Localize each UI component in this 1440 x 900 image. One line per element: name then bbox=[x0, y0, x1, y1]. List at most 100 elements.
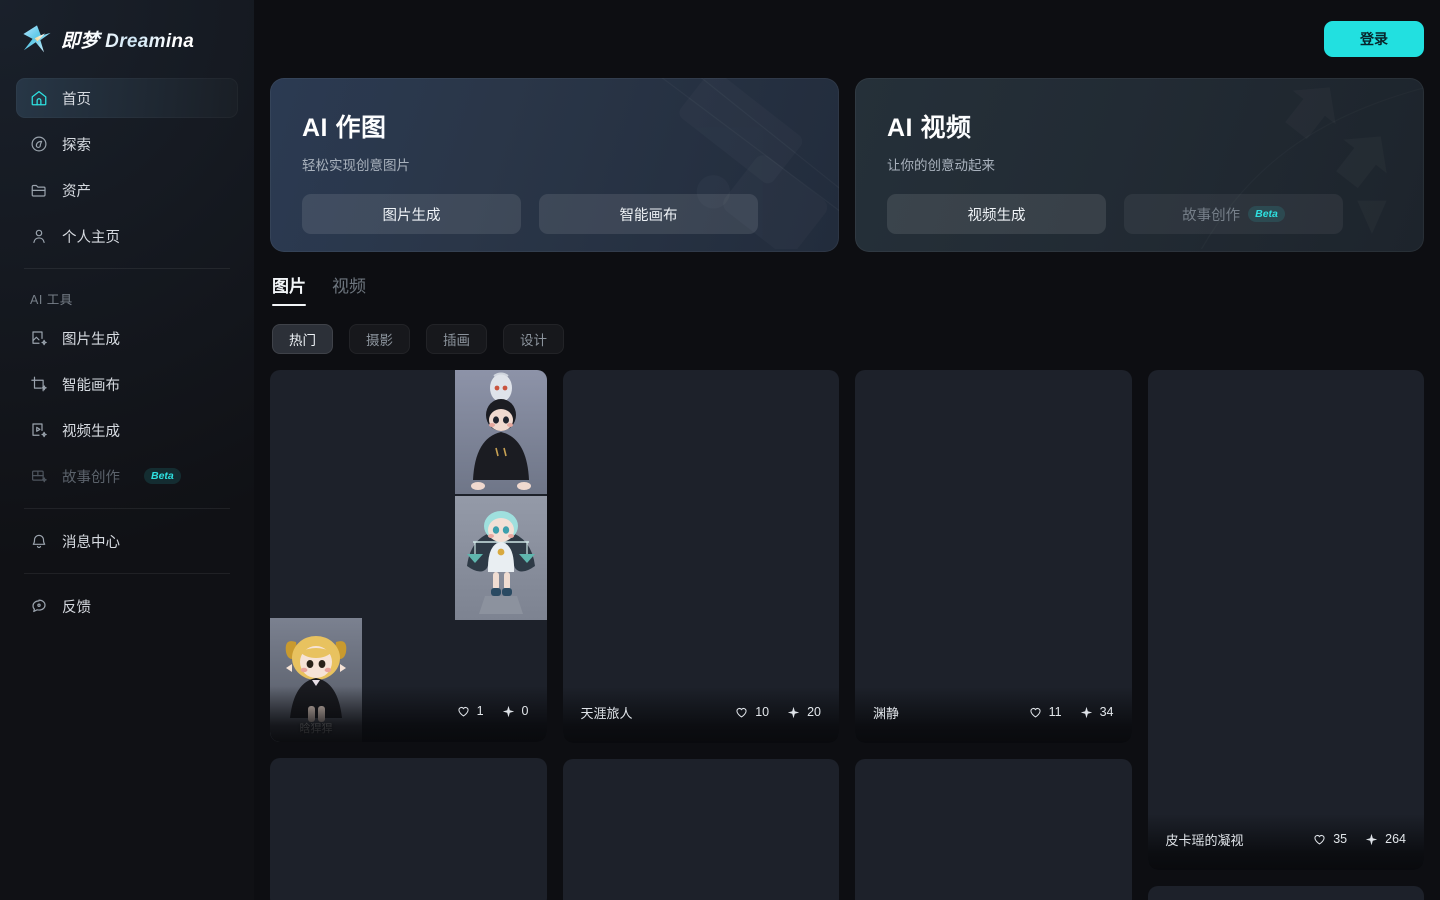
sidebar-divider-bottom bbox=[24, 573, 230, 574]
gallery-card[interactable]: 皮卡瑶的凝视 35 264 bbox=[1147, 370, 1424, 870]
card-title: 天涯旅人 bbox=[580, 705, 633, 721]
gallery-column: 渊静 11 34 bbox=[855, 370, 1132, 900]
canvas-icon bbox=[31, 376, 47, 392]
sidebar-item-message-center[interactable]: 消息中心 bbox=[16, 521, 238, 561]
image-generate-icon bbox=[32, 331, 47, 346]
tab-images[interactable]: 图片 bbox=[272, 272, 306, 306]
compass-icon bbox=[31, 136, 47, 152]
banner-button-story-creation[interactable]: 故事创作 Beta bbox=[1124, 194, 1343, 234]
sparkle-icon bbox=[502, 705, 514, 717]
like-stat[interactable]: 11 bbox=[1029, 705, 1062, 719]
gallery-card[interactable]: 天涯旅人 10 20 bbox=[562, 370, 839, 743]
sidebar-item-label: 视频生成 bbox=[62, 423, 120, 440]
bell-icon bbox=[32, 534, 46, 549]
sidebar-item-story-creation[interactable]: 故事创作 Beta bbox=[16, 456, 238, 496]
banner-subtitle: 让你的创意动起来 bbox=[887, 158, 995, 173]
banner-title: AI 作图 bbox=[302, 108, 807, 144]
sidebar-tools-nav: 图片生成 智能画布 视频生成 故事创作 Beta bbox=[16, 318, 238, 496]
sparkle-icon bbox=[1080, 706, 1092, 718]
card-thumb-strip bbox=[454, 370, 547, 620]
sparkle-icon bbox=[787, 706, 800, 718]
sidebar-item-label: 智能画布 bbox=[62, 377, 120, 394]
card-stats: 35 264 bbox=[1313, 832, 1406, 846]
banner-button-image-generate[interactable]: 图片生成 bbox=[302, 194, 521, 234]
like-count: 1 bbox=[476, 704, 484, 718]
beta-badge: Beta bbox=[144, 467, 181, 485]
sidebar-item-image-generate[interactable]: 图片生成 bbox=[16, 318, 238, 358]
sidebar-primary-nav: 首页 探索 资产 个人主页 bbox=[16, 78, 238, 256]
sidebar-item-video-generate[interactable]: 视频生成 bbox=[16, 410, 238, 450]
spark-stat[interactable]: 0 bbox=[502, 704, 529, 718]
sidebar-section-label-tools: AI 工具 bbox=[30, 293, 73, 307]
gallery-column: 晗猂猂 1 bbox=[270, 370, 547, 900]
gallery-column: 天涯旅人 10 20 bbox=[562, 370, 839, 900]
card-title: 渊静 bbox=[873, 705, 900, 721]
sidebar-divider-mid bbox=[24, 508, 230, 509]
gallery-card[interactable]: 渊静 11 34 bbox=[855, 370, 1132, 743]
like-stat[interactable]: 10 bbox=[735, 705, 769, 719]
sidebar-item-label: 探索 bbox=[62, 137, 91, 154]
like-count: 10 bbox=[755, 705, 770, 719]
tab-videos[interactable]: 视频 bbox=[332, 272, 366, 306]
banner-button-video-generate[interactable]: 视频生成 bbox=[887, 194, 1106, 234]
spark-stat[interactable]: 20 bbox=[787, 705, 821, 719]
sidebar-item-label: 反馈 bbox=[62, 599, 91, 616]
like-stat[interactable]: 35 bbox=[1313, 832, 1347, 846]
sidebar-item-label: 图片生成 bbox=[62, 331, 120, 348]
sidebar-item-explore[interactable]: 探索 bbox=[16, 124, 238, 164]
card-meta: 天涯旅人 10 20 bbox=[562, 687, 839, 743]
spark-count: 264 bbox=[1385, 832, 1406, 846]
card-stats: 10 20 bbox=[735, 705, 821, 719]
banner-ai-image[interactable]: AI 作图 轻松实现创意图片 图片生成 智能画布 bbox=[270, 78, 839, 252]
sidebar-item-feedback[interactable]: 反馈 bbox=[16, 586, 238, 626]
like-stat[interactable]: 1 bbox=[457, 704, 484, 718]
spark-stat[interactable]: 264 bbox=[1365, 832, 1406, 846]
banner-row: AI 作图 轻松实现创意图片 图片生成 智能画布 AI 视频 让你的创意动起来 … bbox=[270, 78, 1424, 252]
gallery-card-placeholder[interactable] bbox=[855, 759, 1132, 900]
spark-stat[interactable]: 34 bbox=[1080, 705, 1114, 719]
chat-feedback-icon bbox=[32, 599, 46, 613]
sidebar-item-label: 故事创作 bbox=[62, 469, 120, 486]
heart-icon bbox=[1030, 707, 1041, 718]
banner-actions: 图片生成 智能画布 bbox=[302, 194, 807, 234]
beta-badge: Beta bbox=[1248, 205, 1285, 223]
sidebar-item-assets[interactable]: 资产 bbox=[16, 170, 238, 210]
heart-icon bbox=[1314, 834, 1325, 845]
card-meta: 皮卡瑶的凝视 35 264 bbox=[1147, 814, 1424, 870]
gallery-card-placeholder[interactable] bbox=[1147, 886, 1424, 900]
sidebar-divider-top bbox=[24, 268, 230, 269]
gallery-card-placeholder[interactable] bbox=[562, 759, 839, 900]
sidebar-item-label: 首页 bbox=[62, 91, 91, 108]
story-board-icon bbox=[32, 470, 47, 483]
gallery-card-placeholder[interactable] bbox=[270, 758, 547, 900]
banner-button-label: 故事创作 bbox=[1182, 207, 1241, 224]
home-icon bbox=[31, 90, 47, 106]
content-area: AI 作图 轻松实现创意图片 图片生成 智能画布 AI 视频 让你的创意动起来 … bbox=[254, 78, 1440, 900]
gallery-grid: 晗猂猂 1 bbox=[270, 370, 1424, 900]
chip-photography[interactable]: 摄影 bbox=[349, 324, 410, 354]
chip-design[interactable]: 设计 bbox=[503, 324, 564, 354]
gallery-card[interactable]: 晗猂猂 1 bbox=[270, 370, 547, 742]
banner-subtitle: 轻松实现创意图片 bbox=[302, 158, 410, 173]
card-title: 皮卡瑶的凝视 bbox=[1165, 832, 1244, 848]
spark-count: 20 bbox=[807, 705, 821, 719]
sidebar-item-label: 资产 bbox=[62, 183, 91, 200]
brand[interactable]: 即梦 Dreamina bbox=[16, 0, 238, 78]
heart-icon bbox=[736, 707, 747, 718]
card-stats: 11 34 bbox=[1029, 705, 1114, 719]
sidebar-item-smart-canvas[interactable]: 智能画布 bbox=[16, 364, 238, 404]
sidebar-item-home[interactable]: 首页 bbox=[16, 78, 238, 118]
chip-illustration[interactable]: 插画 bbox=[426, 324, 487, 354]
spark-count: 0 bbox=[521, 704, 529, 718]
folder-icon bbox=[31, 184, 46, 197]
thumbnail-figure-black-dress bbox=[454, 370, 547, 494]
app-root: 即梦 Dreamina 首页 探索 资产 个人主页 AI 工具 图片生成 智能画… bbox=[0, 0, 1440, 900]
chip-hot[interactable]: 热门 bbox=[272, 324, 333, 354]
sidebar-item-profile[interactable]: 个人主页 bbox=[16, 216, 238, 256]
banner-ai-video[interactable]: AI 视频 让你的创意动起来 视频生成 故事创作 Beta bbox=[855, 78, 1424, 252]
banner-button-smart-canvas[interactable]: 智能画布 bbox=[539, 194, 758, 234]
main-content: 登录 AI 作图 轻松实现创意图片 图片生成 智能画布 AI 视频 让你的创意动… bbox=[254, 0, 1440, 900]
gallery-tabs: 图片 视频 bbox=[270, 272, 1424, 306]
sidebar: 即梦 Dreamina 首页 探索 资产 个人主页 AI 工具 图片生成 智能画… bbox=[0, 0, 254, 900]
login-button[interactable]: 登录 bbox=[1324, 21, 1424, 57]
